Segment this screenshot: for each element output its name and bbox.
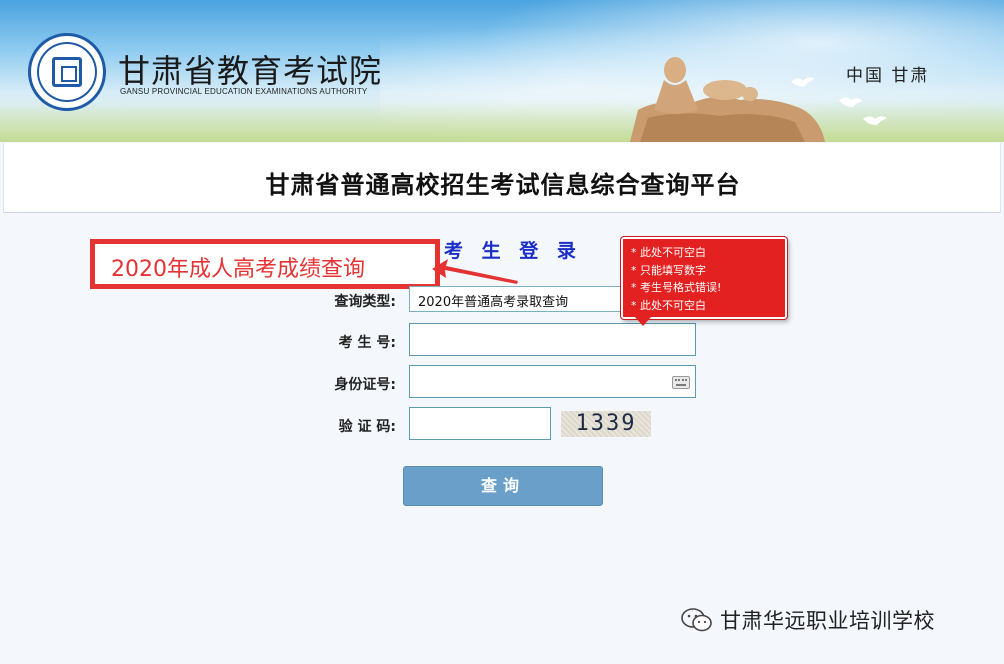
annotation-box: 2020年成人高考成绩查询 <box>90 239 440 289</box>
grass-strip <box>0 102 1004 142</box>
keyboard-icon[interactable] <box>672 376 690 389</box>
header-banner: 甘肃省教育考试院 GANSU PROVINCIAL EDUCATION EXAM… <box>0 0 1004 142</box>
org-name-en: GANSU PROVINCIAL EDUCATION EXAMINATIONS … <box>120 87 368 96</box>
query-type-select[interactable]: 2020年普通高考录取查询 <box>409 286 639 312</box>
captcha-label: 验 证 码: <box>338 419 396 435</box>
validation-message: 考生号格式错误! <box>631 279 721 297</box>
org-logo <box>28 33 106 111</box>
annotation-arrow-icon <box>432 259 518 284</box>
tooltip-pointer <box>635 317 651 326</box>
validation-message: 此处不可空白 <box>631 244 721 262</box>
query-type-label: 查询类型: <box>334 294 396 310</box>
exam-number-input[interactable] <box>409 323 696 356</box>
title-bar: 甘肃省普通高校招生考试信息综合查询平台 <box>3 143 1001 213</box>
wechat-icon <box>681 608 712 632</box>
validation-tooltip: 此处不可空白 只能填写数字 考生号格式错误! 此处不可空白 <box>621 237 787 326</box>
dove-icon <box>839 97 863 107</box>
page: 甘肃省教育考试院 GANSU PROVINCIAL EDUCATION EXAM… <box>0 0 1004 664</box>
exam-number-label: 考 生 号: <box>338 335 396 351</box>
statue-illustration <box>630 57 825 142</box>
validation-message: 此处不可空白 <box>631 297 721 315</box>
annotation-text: 2020年成人高考成绩查询 <box>111 257 365 282</box>
region-label: 中国 甘肃 <box>846 66 930 86</box>
page-title: 甘肃省普通高校招生考试信息综合查询平台 <box>265 171 741 199</box>
validation-list: 此处不可空白 只能填写数字 考生号格式错误! 此处不可空白 <box>631 244 721 314</box>
validation-message: 只能填写数字 <box>631 262 721 280</box>
org-name: 甘肃省教育考试院 <box>118 52 383 90</box>
query-button[interactable]: 查询 <box>403 466 603 506</box>
emblem-icon <box>52 57 82 87</box>
captcha-image[interactable]: 1339 <box>561 411 651 437</box>
id-number-label: 身份证号: <box>334 377 396 393</box>
watermark: 甘肃华远职业培训学校 <box>680 603 980 637</box>
dove-icon <box>791 77 815 87</box>
captcha-input[interactable] <box>409 407 551 440</box>
id-number-input[interactable] <box>409 365 696 398</box>
dove-icon <box>863 116 887 125</box>
watermark-text: 甘肃华远职业培训学校 <box>720 609 935 633</box>
